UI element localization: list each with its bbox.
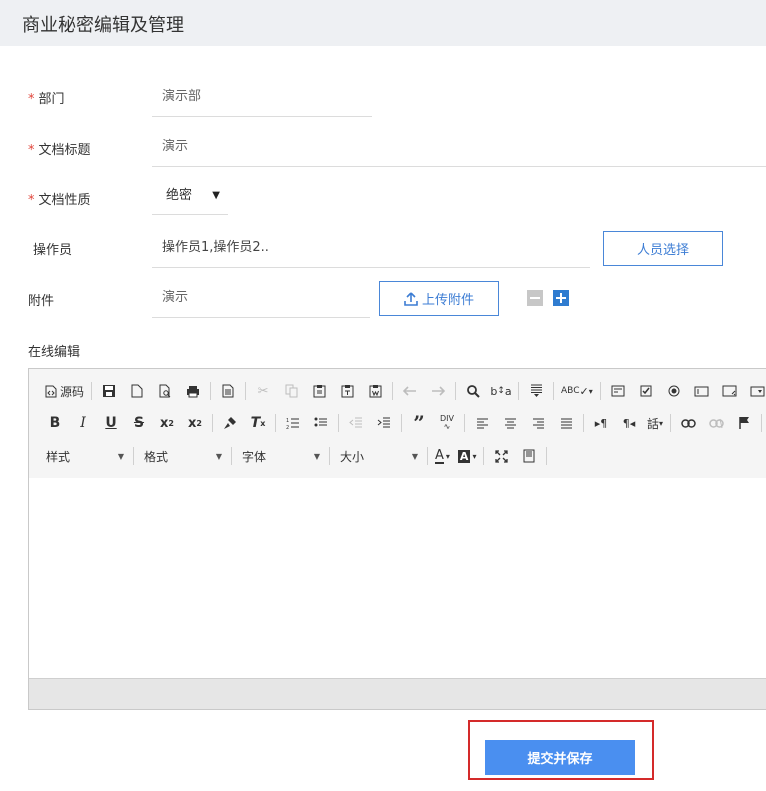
svg-text:1: 1 xyxy=(286,418,289,424)
required-mark: * xyxy=(28,143,35,158)
department-field[interactable]: 演示部 xyxy=(152,78,372,117)
preview-icon[interactable] xyxy=(151,379,179,403)
paste-word-icon[interactable] xyxy=(361,379,389,403)
online-edit-label: 在线编辑 xyxy=(28,345,81,360)
required-mark: * xyxy=(28,92,35,107)
chevron-down-icon: ▼ xyxy=(215,451,222,461)
new-page-icon[interactable] xyxy=(123,379,151,403)
rich-text-editor: 源码 ✂ b ↕ a ABC ✓ ▾ B I U S x 2 x 2 T x 1… xyxy=(28,368,766,710)
doc-title-field[interactable]: 演示 xyxy=(152,129,766,167)
language-icon[interactable]: 話 ▾ xyxy=(643,411,667,435)
dropdown-arrow-icon: ▼ xyxy=(212,190,220,201)
undo-icon[interactable] xyxy=(396,379,424,403)
editor-content-area[interactable] xyxy=(29,478,766,678)
form-icon[interactable] xyxy=(604,379,632,403)
doc-title-label: * 文档标题 xyxy=(28,143,91,158)
source-button[interactable]: 源码 xyxy=(41,379,88,403)
svg-text:2: 2 xyxy=(286,425,289,430)
copy-format-icon[interactable] xyxy=(216,411,244,435)
bold-icon[interactable]: B xyxy=(41,411,69,435)
maximize-icon[interactable] xyxy=(487,444,515,468)
remove-format-icon[interactable]: Tx xyxy=(244,411,272,435)
attachment-label: 附件 xyxy=(28,294,55,309)
subscript-icon[interactable]: x2 xyxy=(153,411,181,435)
editor-status-bar xyxy=(29,678,766,709)
align-right-icon[interactable] xyxy=(524,411,552,435)
upload-icon xyxy=(404,291,418,306)
create-div-icon[interactable]: DIV ∿ xyxy=(433,411,461,435)
ltr-icon[interactable]: ▸¶ xyxy=(587,411,615,435)
replace-icon[interactable]: b ↕ a xyxy=(487,379,515,403)
print-icon[interactable] xyxy=(179,379,207,403)
show-blocks-icon[interactable] xyxy=(515,444,543,468)
page-header: 商业秘密编辑及管理 xyxy=(0,0,766,46)
chevron-down-icon: ▼ xyxy=(411,451,418,461)
find-icon[interactable] xyxy=(459,379,487,403)
strikethrough-icon[interactable]: S xyxy=(125,411,153,435)
align-center-icon[interactable] xyxy=(496,411,524,435)
outdent-icon[interactable] xyxy=(342,411,370,435)
unlink-icon[interactable] xyxy=(702,411,730,435)
cut-icon[interactable]: ✂ xyxy=(249,379,277,403)
submit-save-button[interactable]: 提交并保存 xyxy=(485,740,635,775)
radio-icon[interactable] xyxy=(660,379,688,403)
link-icon[interactable] xyxy=(674,411,702,435)
doc-nature-select[interactable]: 绝密 ▼ xyxy=(152,179,228,215)
font-size-combo[interactable]: 大小 ▼ xyxy=(333,445,424,467)
save-icon[interactable] xyxy=(95,379,123,403)
underline-icon[interactable]: U xyxy=(97,411,125,435)
select-all-icon[interactable] xyxy=(522,379,550,403)
italic-icon[interactable]: I xyxy=(69,411,97,435)
toolbar-row-3: 样式 ▼ 格式 ▼ 字体 ▼ 大小 ▼ A ▾ A ▾ xyxy=(39,443,550,469)
operator-label: 操作员 xyxy=(33,243,73,258)
bulleted-list-icon[interactable] xyxy=(307,411,335,435)
toolbar-row-2: B I U S x2 x2 Tx 12 ” DIV ∿ ▸¶ ¶◂ 話 ▾ xyxy=(41,410,766,436)
checkbox-icon[interactable] xyxy=(632,379,660,403)
remove-attachment-button[interactable] xyxy=(527,290,543,306)
rtl-icon[interactable]: ¶◂ xyxy=(615,411,643,435)
editor-toolbar: 源码 ✂ b ↕ a ABC ✓ ▾ B I U S x 2 x 2 T x 1… xyxy=(29,369,766,479)
select-field-icon[interactable] xyxy=(744,379,766,403)
format-combo[interactable]: 格式 ▼ xyxy=(137,445,228,467)
operator-field[interactable]: 操作员1,操作员2.. xyxy=(152,229,590,268)
paste-icon[interactable] xyxy=(305,379,333,403)
page-title: 商业秘密编辑及管理 xyxy=(22,15,184,36)
textfield-icon[interactable] xyxy=(688,379,716,403)
align-justify-icon[interactable] xyxy=(552,411,580,435)
toolbar-row-1: 源码 ✂ b ↕ a ABC ✓ ▾ xyxy=(41,378,766,404)
numbered-list-icon[interactable]: 12 xyxy=(279,411,307,435)
background-color-icon[interactable]: A ▾ xyxy=(454,444,481,468)
paste-text-icon[interactable] xyxy=(333,379,361,403)
chevron-down-icon: ▼ xyxy=(313,451,320,461)
copy-icon[interactable] xyxy=(277,379,305,403)
attachment-field[interactable]: 演示 xyxy=(152,280,370,318)
required-mark: * xyxy=(28,193,35,208)
textarea-icon[interactable] xyxy=(716,379,744,403)
anchor-flag-icon[interactable] xyxy=(730,411,758,435)
chevron-down-icon: ▼ xyxy=(117,451,124,461)
redo-icon[interactable] xyxy=(424,379,452,403)
style-combo[interactable]: 样式 ▼ xyxy=(39,445,130,467)
templates-icon[interactable] xyxy=(214,379,242,403)
indent-icon[interactable] xyxy=(370,411,398,435)
doc-nature-label: * 文档性质 xyxy=(28,193,91,208)
department-label: * 部门 xyxy=(28,92,65,107)
align-left-icon[interactable] xyxy=(468,411,496,435)
source-icon xyxy=(45,385,57,397)
text-color-icon[interactable]: A ▾ xyxy=(431,444,454,468)
spellcheck-icon[interactable]: ABC ✓ ▾ xyxy=(557,379,597,403)
blockquote-icon[interactable]: ” xyxy=(405,411,433,435)
add-attachment-button[interactable] xyxy=(553,290,569,306)
select-people-button[interactable]: 人员选择 xyxy=(603,231,723,266)
font-combo[interactable]: 字体 ▼ xyxy=(235,445,326,467)
upload-attachment-button[interactable]: 上传附件 xyxy=(379,281,499,316)
superscript-icon[interactable]: x2 xyxy=(181,411,209,435)
